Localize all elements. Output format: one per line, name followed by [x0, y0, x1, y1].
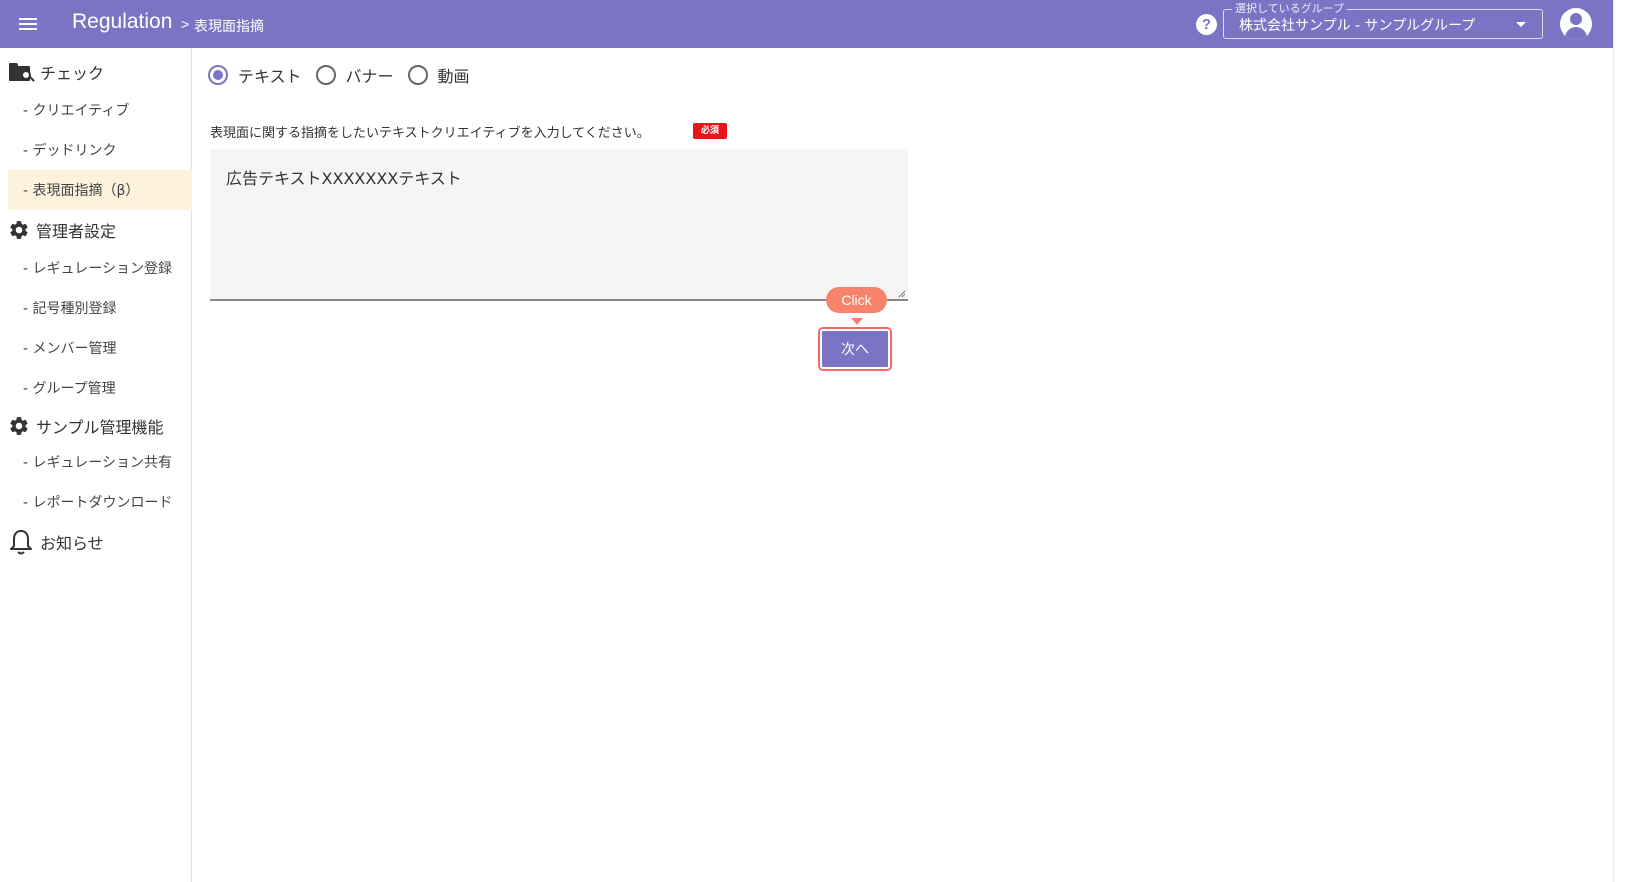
sidebar-section-label: 管理者設定 [36, 222, 117, 241]
sidebar-item-deadlink[interactable]: - デッドリンク [8, 130, 192, 170]
group-select-legend: 選択しているグループ [1232, 3, 1348, 15]
sidebar-section-label: サンプル管理機能 [36, 418, 164, 437]
sidebar-item-symbol-register[interactable]: - 記号種別登録 [8, 288, 192, 328]
required-badge: 必須 [693, 123, 727, 139]
scrollbar-track[interactable] [1613, 0, 1628, 882]
radio-unchecked-icon [315, 65, 336, 85]
help-icon[interactable]: ? [1196, 14, 1217, 35]
sidebar: チェック - クリエイティブ - デッドリンク - 表現面指摘（β） 管理者設定… [0, 48, 192, 882]
sidebar-section-check[interactable]: チェック [8, 58, 104, 86]
radio-label: 動画 [437, 67, 470, 86]
tooltip-arrow-icon [851, 318, 863, 325]
sidebar-item-regulation-share[interactable]: - レギュレーション共有 [8, 442, 192, 482]
click-hint-tooltip: Click [826, 287, 887, 313]
next-button[interactable]: 次へ [820, 329, 890, 369]
radio-checked-icon [208, 65, 228, 85]
group-select-value: 株式会社サンプル - サンプルグループ [1239, 18, 1476, 34]
radio-label: テキスト [238, 67, 302, 86]
radio-banner[interactable]: バナー [315, 63, 394, 87]
radio-text[interactable]: テキスト [208, 63, 302, 87]
breadcrumb-current-page: 表現面指摘 [194, 19, 264, 35]
sidebar-section-label: チェック [40, 64, 105, 83]
sidebar-section-notices[interactable]: お知らせ [8, 528, 104, 556]
app-bar: Regulation > 表現面指摘 ? 選択しているグループ 株式会社サンプル… [0, 0, 1613, 48]
hamburger-menu-icon[interactable] [16, 12, 40, 36]
sidebar-item-regulation-register[interactable]: - レギュレーション登録 [8, 248, 192, 288]
radio-label: バナー [345, 67, 394, 86]
sidebar-section-sample-admin[interactable]: サンプル管理機能 [8, 412, 164, 440]
textarea-label: 表現面に関する指摘をしたいテキストクリエイティブを入力してください。 [210, 126, 650, 141]
account-avatar-icon[interactable] [1560, 8, 1592, 40]
gear-icon [10, 417, 28, 435]
resize-handle-icon[interactable] [898, 290, 906, 298]
sidebar-item-expression-review[interactable]: - 表現面指摘（β） [8, 170, 192, 210]
sidebar-item-report-download[interactable]: - レポートダウンロード [8, 482, 192, 522]
group-select[interactable]: 選択しているグループ 株式会社サンプル - サンプルグループ [1223, 3, 1543, 39]
folder-search-icon [8, 61, 35, 83]
sidebar-item-creative[interactable]: - クリエイティブ [8, 90, 192, 130]
sidebar-section-admin[interactable]: 管理者設定 [8, 216, 116, 244]
radio-unchecked-icon [407, 65, 428, 85]
sidebar-section-label: お知らせ [40, 534, 104, 553]
app-title[interactable]: Regulation [72, 10, 172, 34]
breadcrumb-separator: > [181, 16, 190, 32]
bell-icon [10, 530, 32, 555]
creative-text-input[interactable]: 広告テキストXXXXXXXテキスト [210, 149, 908, 301]
sidebar-item-members[interactable]: - メンバー管理 [8, 328, 192, 368]
radio-video[interactable]: 動画 [407, 63, 470, 87]
caret-down-icon [1516, 22, 1526, 27]
sidebar-item-groups[interactable]: - グループ管理 [8, 368, 192, 408]
media-type-radio-group: テキスト バナー 動画 [208, 64, 484, 86]
gear-icon [10, 221, 28, 239]
